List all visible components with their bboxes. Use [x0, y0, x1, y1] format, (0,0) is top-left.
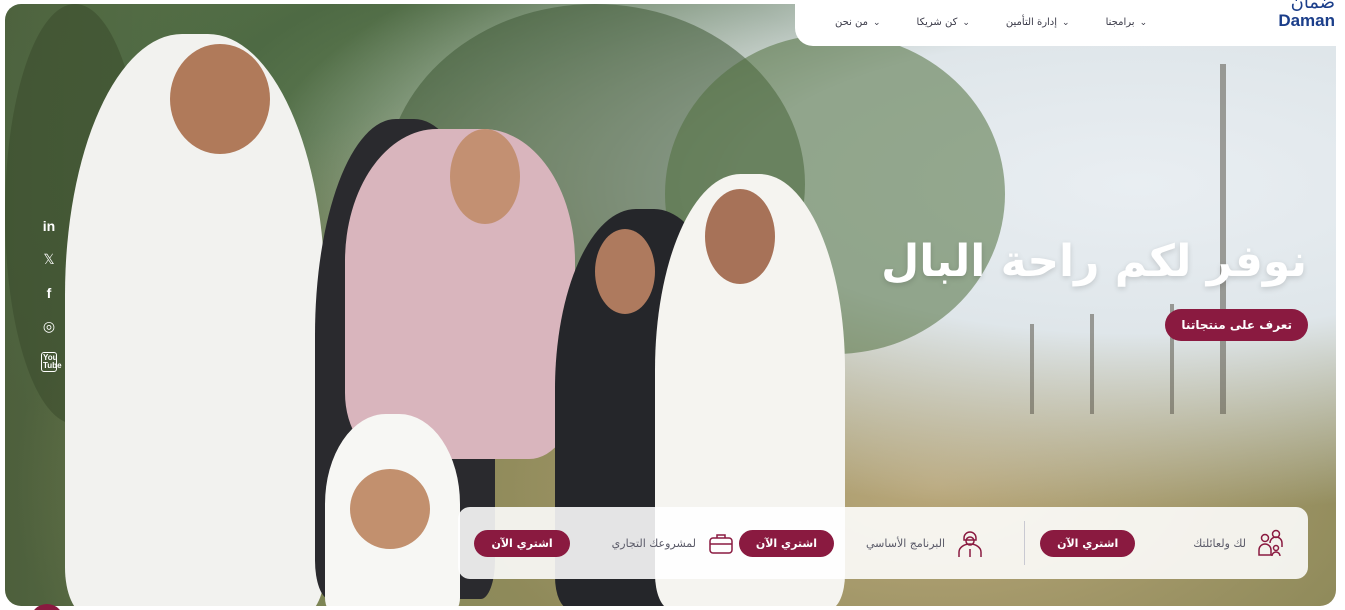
product-business: لمشروعك التجاري اشتري الآن	[474, 507, 736, 579]
x-icon[interactable]: 𝕏	[38, 251, 60, 268]
nav-item-label: إدارة التأمين	[1005, 17, 1058, 28]
divider	[1024, 521, 1025, 565]
product-bar: لك ولعائلتك اشتري الآن البرنامج الأساسي …	[458, 507, 1308, 579]
explore-products-button[interactable]: تعرف على منتجاتنا	[1165, 309, 1308, 341]
social-links: in 𝕏 f ◎ You Tube	[38, 218, 62, 372]
buy-now-button[interactable]: اشتري الآن	[474, 529, 570, 557]
product-label: لك ولعائلتك	[1193, 536, 1246, 550]
buy-now-button[interactable]: اشتري الآن	[1040, 529, 1136, 557]
product-family: لك ولعائلتك اشتري الآن	[1040, 507, 1286, 579]
product-label: البرنامج الأساسي	[866, 536, 945, 550]
briefcase-icon	[706, 528, 736, 558]
figure-man-face	[170, 44, 270, 154]
fence-post	[1090, 314, 1094, 414]
daman-logo[interactable]: ضمان Daman	[1278, 0, 1335, 29]
figure-grandmother-face	[595, 229, 655, 314]
nav-item-insurance-management[interactable]: إدارة التأمين ⌄	[1006, 17, 1070, 28]
logo-english: Daman	[1278, 11, 1335, 30]
nav-item-about-us[interactable]: من نحن ⌄	[835, 17, 881, 28]
top-navigation: برامجنا ⌄ إدارة التأمين ⌄ كن شريكا ⌄ من …	[795, 0, 1345, 46]
chevron-down-icon: ⌄	[1062, 17, 1070, 28]
fence-post	[1030, 324, 1034, 414]
chevron-down-icon: ⌄	[962, 17, 970, 28]
figure-girl-face	[450, 129, 520, 224]
nav-menu: برامجنا ⌄ إدارة التأمين ⌄ كن شريكا ⌄ من …	[835, 17, 1147, 28]
nav-item-become-partner[interactable]: كن شريكا ⌄	[917, 17, 970, 28]
worker-icon	[955, 528, 985, 558]
instagram-icon[interactable]: ◎	[38, 318, 60, 335]
family-icon	[1256, 528, 1286, 558]
chevron-down-icon: ⌄	[873, 17, 881, 28]
product-basic-program: البرنامج الأساسي اشتري الآن	[738, 507, 985, 579]
linkedin-icon[interactable]: in	[38, 218, 60, 234]
facebook-icon[interactable]: f	[38, 285, 60, 301]
youtube-icon[interactable]: You Tube	[41, 352, 62, 372]
hero-title: نوفر لكم راحة البال	[881, 236, 1307, 287]
nav-item-label: كن شريكا	[916, 17, 958, 28]
figure-boy-face	[350, 469, 430, 549]
chevron-down-icon: ⌄	[1139, 17, 1148, 28]
figure-grandfather-face	[705, 189, 775, 284]
nav-item-programs[interactable]: برامجنا ⌄	[1106, 17, 1148, 28]
nav-item-label: برامجنا	[1105, 17, 1135, 28]
product-label: لمشروعك التجاري	[611, 536, 696, 550]
buy-now-button[interactable]: اشتري الآن	[738, 529, 835, 557]
nav-item-label: من نحن	[835, 17, 868, 28]
